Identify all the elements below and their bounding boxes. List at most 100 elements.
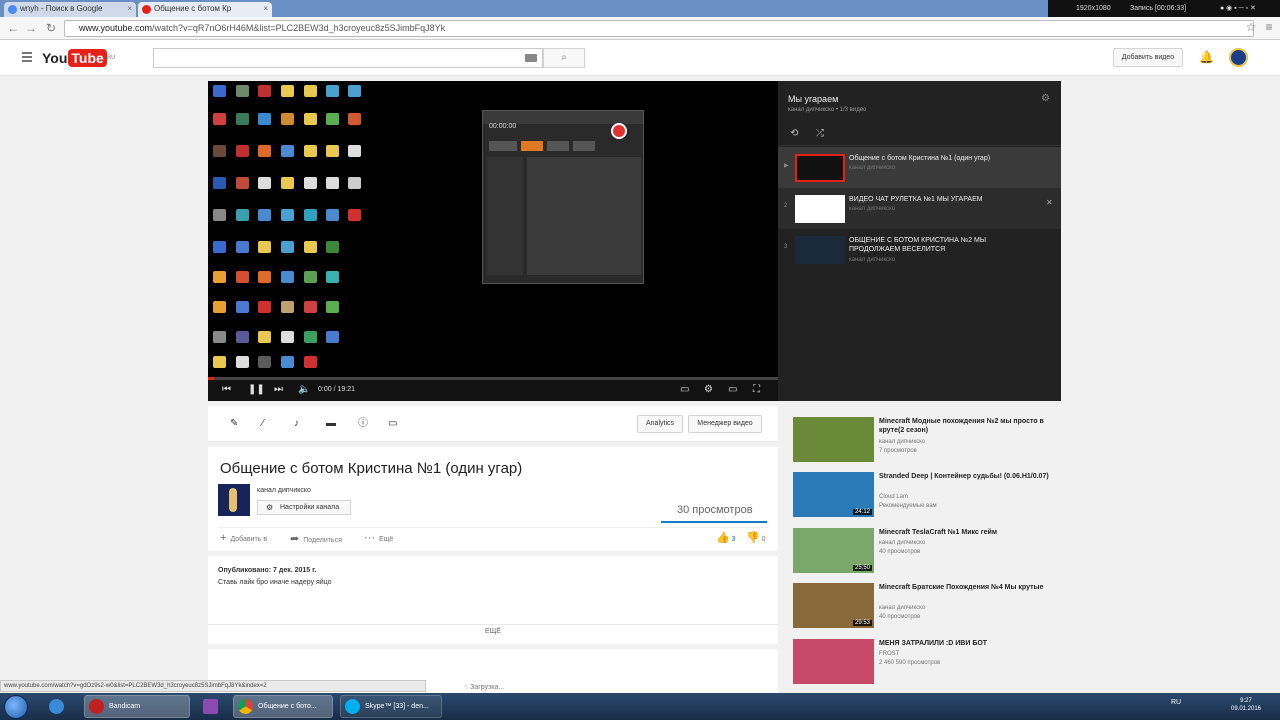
divider (778, 145, 1061, 146)
close-icon[interactable]: × (127, 2, 132, 16)
record-icon (611, 123, 627, 139)
description-box: Опубликовано: 7 дек. 2015 г. Ставь лайк … (208, 556, 778, 644)
edit-pencil-icon[interactable]: ✎ (230, 418, 238, 430)
recorder-resolution: 1920x1080 (1076, 5, 1111, 12)
subtitles-cc-icon[interactable]: ▭ (388, 418, 397, 430)
app-icon (203, 699, 218, 714)
share-arrow-icon: ➦ (290, 533, 300, 545)
youtube-favicon-icon (142, 5, 151, 14)
subtitles-icon[interactable]: ▭ (680, 385, 689, 395)
channel-settings-button[interactable]: ⚙ Настройки канала (257, 500, 351, 515)
bell-icon[interactable]: 🔔 (1199, 50, 1214, 64)
loop-icon[interactable]: ⟲ (790, 128, 798, 139)
shuffle-icon[interactable]: ⤮ (816, 128, 824, 139)
search-input[interactable] (153, 48, 543, 68)
youtube-logo[interactable]: You Tube RU (42, 49, 115, 67)
audio-note-icon[interactable]: ♪ (294, 418, 299, 430)
taskbar-item-bandicam[interactable]: Bandicam (84, 695, 190, 718)
playlist-thumbnail (795, 195, 845, 223)
close-icon[interactable]: × (263, 2, 268, 16)
video-info: Общение с ботом Кристина №1 (один угар) … (208, 447, 778, 551)
video-manager-button[interactable]: Менеджер видео (688, 415, 762, 433)
dislike-button[interactable]: 👎 0 (746, 531, 766, 544)
publish-date: Опубликовано: 7 дек. 2015 г. (218, 567, 317, 574)
window-controls-icon[interactable]: ● ◉ ▪ ─ ▫ ✕ (1220, 0, 1256, 17)
video-thumbnail (793, 417, 874, 462)
keyboard-icon[interactable] (525, 54, 537, 62)
playlist-thumbnail (795, 236, 845, 264)
creator-bar: ✎ ⁄ ♪ ▬ ⓘ ▭ Analytics Менеджер видео (208, 406, 778, 442)
reload-icon[interactable]: ↻ (44, 21, 58, 35)
playlist-item[interactable]: 2 ВИДЕО ЧАТ РУЛЕТКА №1 МЫ УГАРАЕМ канал … (778, 188, 1061, 229)
taskbar-item-skype[interactable]: Skype™ [33] - den... (340, 695, 442, 718)
annotations-icon[interactable]: ▬ (326, 418, 336, 430)
playlist-settings-icon[interactable]: ⚙ (1041, 93, 1050, 104)
video-player[interactable]: 00:00:00 ⏮ ❚❚ ⏭ 🔈 0:00 / 19:21 ▭ ⚙ ▭ ⛶ (208, 81, 778, 401)
playlist-item[interactable]: ▶ Общение с ботом Кристина №1 (один угар… (778, 147, 1061, 188)
bookmark-star-icon[interactable]: ☆ (1244, 20, 1258, 34)
recommended-video[interactable]: 24:12 Stranded Deep | Контейнер судьбы! … (793, 472, 1063, 520)
start-button[interactable] (4, 695, 28, 719)
back-arrow-icon[interactable]: ← (6, 21, 20, 35)
fullscreen-icon[interactable]: ⛶ (753, 385, 760, 395)
google-favicon-icon (8, 5, 17, 14)
pause-icon[interactable]: ❚❚ (248, 385, 265, 395)
show-more-button[interactable]: ЕЩЁ (208, 628, 778, 635)
previous-icon[interactable]: ⏮ (222, 385, 231, 395)
windows-taskbar: Bandicam Общение с бото... Skype™ [33] -… (0, 693, 1280, 720)
address-bar[interactable]: www.youtube.com/watch?v=qR7nO6rH46M&list… (64, 20, 1254, 37)
add-to-button[interactable]: + Добавить в (220, 532, 267, 544)
desktop-icons-in-video (208, 81, 368, 371)
more-button[interactable]: ··· Ещё (364, 532, 393, 544)
tab-google-search[interactable]: wnyh - Поиск в Google × (4, 2, 136, 17)
youtube-masthead: You Tube RU ⌕ Добавить видео 🔔 (0, 40, 1280, 76)
view-count: 30 просмотров (677, 504, 753, 516)
avatar[interactable] (1229, 48, 1248, 67)
bandicam-icon (89, 699, 104, 714)
time-readout: 0:00 / 19:21 (318, 386, 355, 393)
chrome-icon (238, 699, 253, 714)
volume-icon[interactable]: 🔈 (298, 385, 310, 395)
settings-gear-icon[interactable]: ⚙ (704, 385, 713, 395)
upload-button[interactable]: Добавить видео (1113, 48, 1183, 67)
thumbs-up-icon: 👍 (716, 532, 730, 544)
recommended-video[interactable]: 29:53 Minecraft Братские Похождения №4 М… (793, 583, 1063, 631)
search-button[interactable]: ⌕ (543, 48, 585, 68)
theater-mode-icon[interactable]: ▭ (728, 385, 737, 395)
gear-icon: ⚙ (266, 503, 274, 512)
forward-arrow-icon[interactable]: → (24, 21, 38, 35)
recommended-video[interactable]: 25:50 Minecraft TeslaCraft №1 Микс гейм … (793, 528, 1063, 576)
analytics-button[interactable]: Analytics (637, 415, 683, 433)
recommended-video[interactable]: МЕНЯ ЗАТРАЛИЛИ :D ИВИ БОТ FROST 2 460 59… (793, 639, 1063, 687)
next-icon[interactable]: ⏭ (274, 385, 283, 395)
browser-tab-strip: wnyh - Поиск в Google × Общение с ботом … (0, 0, 1280, 17)
taskbar-pin-ie[interactable] (40, 695, 74, 718)
playlist-item[interactable]: 3 ОБЩЕНИЕ С БОТОМ КРИСТИНА №2 МЫ ПРОДОЛЖ… (778, 229, 1061, 270)
channel-name[interactable]: канал дипчикско (257, 487, 311, 494)
taskbar-pin-app[interactable] (194, 695, 228, 718)
channel-avatar[interactable] (218, 484, 250, 516)
link-status-bar: www.youtube.com/watch?v=gdOz9s2-w0&list=… (0, 680, 426, 692)
more-dots-icon: ··· (364, 532, 375, 544)
menu-icon[interactable]: ≡ (1262, 20, 1276, 34)
progress-bar[interactable] (208, 377, 778, 380)
info-icon[interactable]: ⓘ (358, 418, 368, 430)
internet-explorer-icon (49, 699, 64, 714)
playlist-title[interactable]: Мы угараем (788, 94, 838, 104)
remove-icon[interactable]: ✕ (1046, 198, 1053, 207)
system-clock[interactable]: 9:27 09.01.2016 (1226, 697, 1266, 713)
guide-menu-icon[interactable] (22, 52, 32, 62)
video-thumbnail (793, 639, 874, 684)
bandicam-window-in-video: 00:00:00 (482, 110, 644, 284)
skype-icon (345, 699, 360, 714)
like-button[interactable]: 👍 3 (716, 531, 736, 544)
video-thumbnail: 25:50 (793, 528, 874, 573)
share-button[interactable]: ➦ Поделиться (290, 532, 342, 545)
taskbar-item-chrome[interactable]: Общение с бото... (233, 695, 333, 718)
divider (208, 624, 778, 625)
recommended-video[interactable]: Minecraft Модные похождения №2 мы просто… (793, 417, 1063, 465)
language-indicator[interactable]: RU (1171, 699, 1181, 706)
views-underline (661, 521, 767, 523)
enhance-wand-icon[interactable]: ⁄ (262, 418, 264, 430)
tab-youtube-video[interactable]: Общение с ботом Кр × (138, 2, 272, 17)
